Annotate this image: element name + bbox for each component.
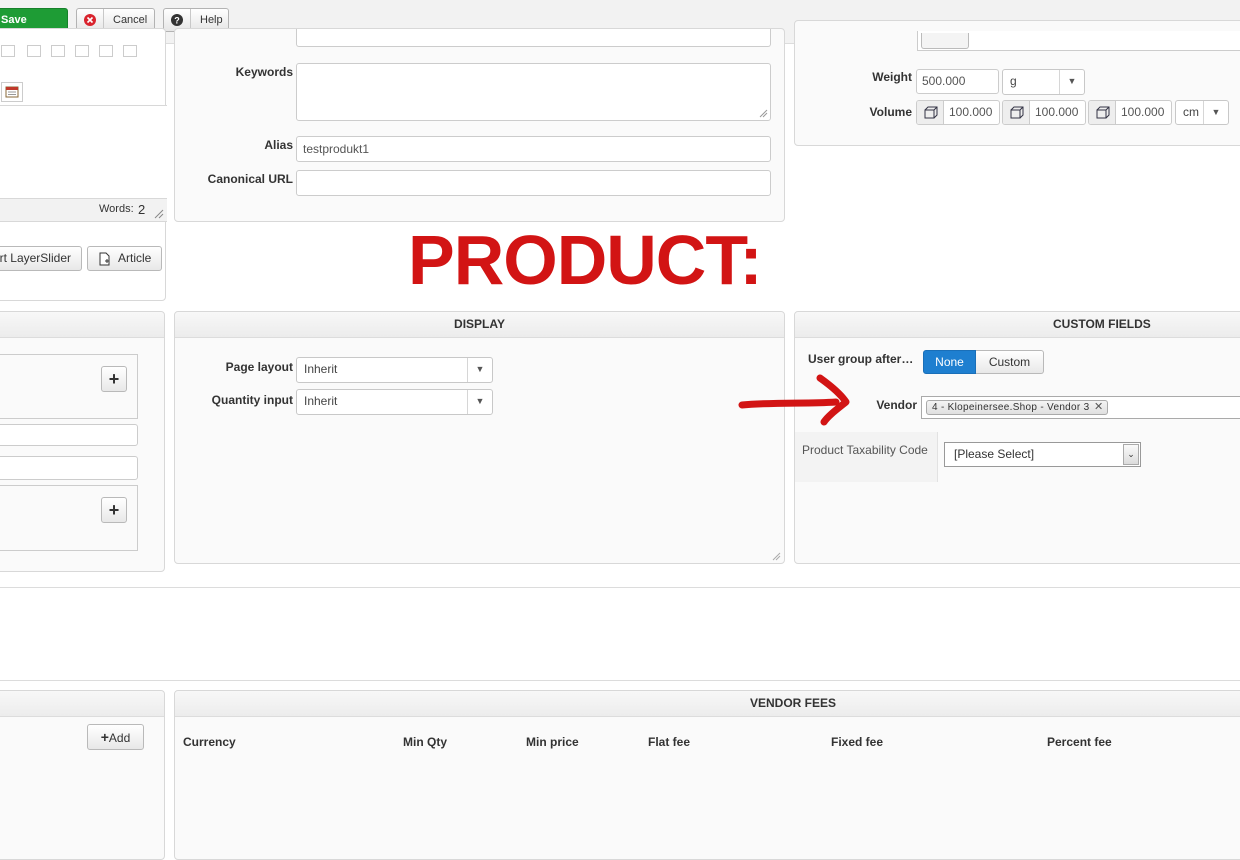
vendor-fees-panel: VENDOR FEES Currency Min Qty Min price F… bbox=[174, 690, 1240, 860]
vendor-label: Vendor bbox=[876, 398, 917, 412]
description-field-bottom[interactable] bbox=[296, 29, 771, 47]
chevron-down-icon: ▼ bbox=[1059, 70, 1084, 94]
volume-width-input[interactable]: 100.000 bbox=[1002, 100, 1086, 125]
volume-length-input[interactable]: 100.000 bbox=[916, 100, 1000, 125]
product-annotation-text: PRODUCT: bbox=[408, 221, 763, 299]
editor-panel: Words: 2 rt LayerSlider Article bbox=[0, 28, 167, 301]
quantity-input-select[interactable]: Inherit ▼ bbox=[296, 389, 493, 415]
weight-label: Weight bbox=[872, 70, 912, 84]
svg-text:?: ? bbox=[174, 16, 180, 26]
dimension-select-top[interactable] bbox=[921, 33, 969, 49]
close-icon[interactable]: ✕ bbox=[1094, 401, 1104, 414]
words-count: 2 bbox=[138, 202, 146, 217]
alias-label: Alias bbox=[264, 138, 293, 152]
section-divider-strip bbox=[0, 587, 1240, 681]
shipping-panel: Weight 500.000 g ▼ Volume 100.000 100.00… bbox=[794, 20, 1240, 146]
canonical-url-input[interactable] bbox=[296, 170, 771, 196]
add-icon[interactable]: + bbox=[101, 497, 127, 523]
column-header-min-price: Min price bbox=[526, 735, 579, 749]
vendor-fees-panel-header: VENDOR FEES bbox=[175, 691, 1240, 717]
chevron-down-icon: ▼ bbox=[467, 390, 492, 414]
editor-tool-icon[interactable] bbox=[75, 45, 89, 57]
resize-handle-icon bbox=[772, 552, 781, 561]
custom-fields-panel: CUSTOM FIELDS User group after… None Cus… bbox=[794, 311, 1240, 564]
user-group-option-custom[interactable]: Custom bbox=[976, 350, 1044, 374]
text-input[interactable] bbox=[0, 424, 138, 446]
editor-tool-icon[interactable] bbox=[1, 45, 15, 57]
quantity-input-label: Quantity input bbox=[211, 393, 293, 407]
page-layout-label: Page layout bbox=[225, 360, 293, 374]
page-layout-select[interactable]: Inherit ▼ bbox=[296, 357, 493, 383]
resize-handle-icon[interactable] bbox=[759, 109, 768, 118]
alias-input[interactable]: testprodukt1 bbox=[296, 136, 771, 162]
words-label: Words: bbox=[99, 203, 134, 215]
quantity-input-value: Inherit bbox=[304, 394, 338, 408]
article-icon bbox=[99, 252, 110, 266]
column-header-percent-fee: Percent fee bbox=[1047, 735, 1112, 749]
column-header-flat-fee: Flat fee bbox=[648, 735, 691, 749]
chevron-down-icon: ▼ bbox=[1203, 101, 1228, 124]
volume-width-value: 100.000 bbox=[1035, 105, 1079, 119]
volume-height-input[interactable]: 100.000 bbox=[1088, 100, 1172, 125]
keywords-label: Keywords bbox=[235, 65, 293, 79]
volume-height-value: 100.000 bbox=[1121, 105, 1165, 119]
weight-unit-value: g bbox=[1010, 74, 1017, 88]
volume-unit-select[interactable]: cm ▼ bbox=[1175, 100, 1229, 125]
insert-layerslider-button[interactable]: rt LayerSlider bbox=[0, 246, 82, 271]
page-layout-value: Inherit bbox=[304, 362, 338, 376]
display-panel-header: DISPLAY bbox=[175, 312, 784, 338]
meta-panel: Keywords Alias testprodukt1 Canonical UR… bbox=[174, 28, 785, 222]
arrow-annotation-icon bbox=[738, 374, 850, 426]
vendor-tag-label: 4 - Klopeinersee.Shop - Vendor 3 bbox=[932, 402, 1090, 413]
left-bottom-panel: +Add bbox=[0, 690, 165, 860]
column-header-min-qty: Min Qty bbox=[403, 735, 447, 749]
left-middle-panel: + + bbox=[0, 311, 165, 572]
column-header-currency: Currency bbox=[183, 735, 236, 749]
editor-tool-icon[interactable] bbox=[27, 45, 41, 57]
keywords-textarea[interactable] bbox=[296, 63, 771, 121]
editor-tool-icon[interactable] bbox=[99, 45, 113, 57]
user-group-option-none[interactable]: None bbox=[923, 350, 976, 374]
text-input[interactable] bbox=[0, 456, 138, 480]
display-panel: DISPLAY Page layout Inherit ▼ Quantity i… bbox=[174, 311, 785, 564]
taxability-label: Product Taxability Code bbox=[802, 443, 928, 457]
canonical-url-label: Canonical URL bbox=[207, 172, 293, 186]
column-header-fixed-fee: Fixed fee bbox=[831, 735, 884, 749]
user-group-label: User group after… bbox=[808, 352, 914, 366]
volume-length-value: 100.000 bbox=[949, 105, 993, 119]
weight-unit-select[interactable]: g ▼ bbox=[1002, 69, 1085, 95]
cube-icon bbox=[1089, 101, 1116, 124]
add-label: Add bbox=[108, 731, 131, 745]
chevron-down-icon: ▼ bbox=[467, 358, 492, 382]
volume-label: Volume bbox=[869, 105, 912, 119]
editor-toolbar-row bbox=[0, 45, 167, 57]
editor-tool-icon[interactable] bbox=[123, 45, 137, 57]
taxability-label-cell: Product Taxability Code bbox=[795, 432, 938, 482]
cube-icon bbox=[1003, 101, 1030, 124]
vendor-tag: 4 - Klopeinersee.Shop - Vendor 3 ✕ bbox=[926, 400, 1109, 415]
chevron-down-icon: ⌄ bbox=[1123, 444, 1139, 465]
calendar-icon[interactable] bbox=[1, 82, 23, 102]
plus-icon: + bbox=[100, 729, 109, 745]
article-label: Article bbox=[118, 251, 152, 265]
left-middle-panel-header bbox=[0, 312, 164, 338]
left-bottom-panel-header bbox=[0, 691, 164, 717]
add-button[interactable]: +Add bbox=[87, 724, 144, 750]
editor-statusbar: Words: 2 bbox=[0, 198, 167, 222]
taxability-value: [Please Select] bbox=[954, 447, 1035, 461]
layerslider-label: rt LayerSlider bbox=[0, 251, 71, 265]
insert-article-button[interactable]: Article bbox=[87, 246, 162, 271]
custom-fields-panel-header: CUSTOM FIELDS bbox=[795, 312, 1240, 338]
add-icon[interactable]: + bbox=[101, 366, 127, 392]
resize-handle-icon[interactable] bbox=[154, 209, 164, 219]
taxability-select[interactable]: [Please Select] ⌄ bbox=[944, 442, 1141, 467]
editor-tool-icon[interactable] bbox=[51, 45, 65, 57]
cube-icon bbox=[917, 101, 944, 124]
weight-input[interactable]: 500.000 bbox=[916, 69, 999, 94]
editor-content-area[interactable] bbox=[0, 106, 167, 198]
vendor-multiselect[interactable]: 4 - Klopeinersee.Shop - Vendor 3 ✕ bbox=[921, 396, 1240, 419]
volume-unit-value: cm bbox=[1183, 105, 1199, 119]
